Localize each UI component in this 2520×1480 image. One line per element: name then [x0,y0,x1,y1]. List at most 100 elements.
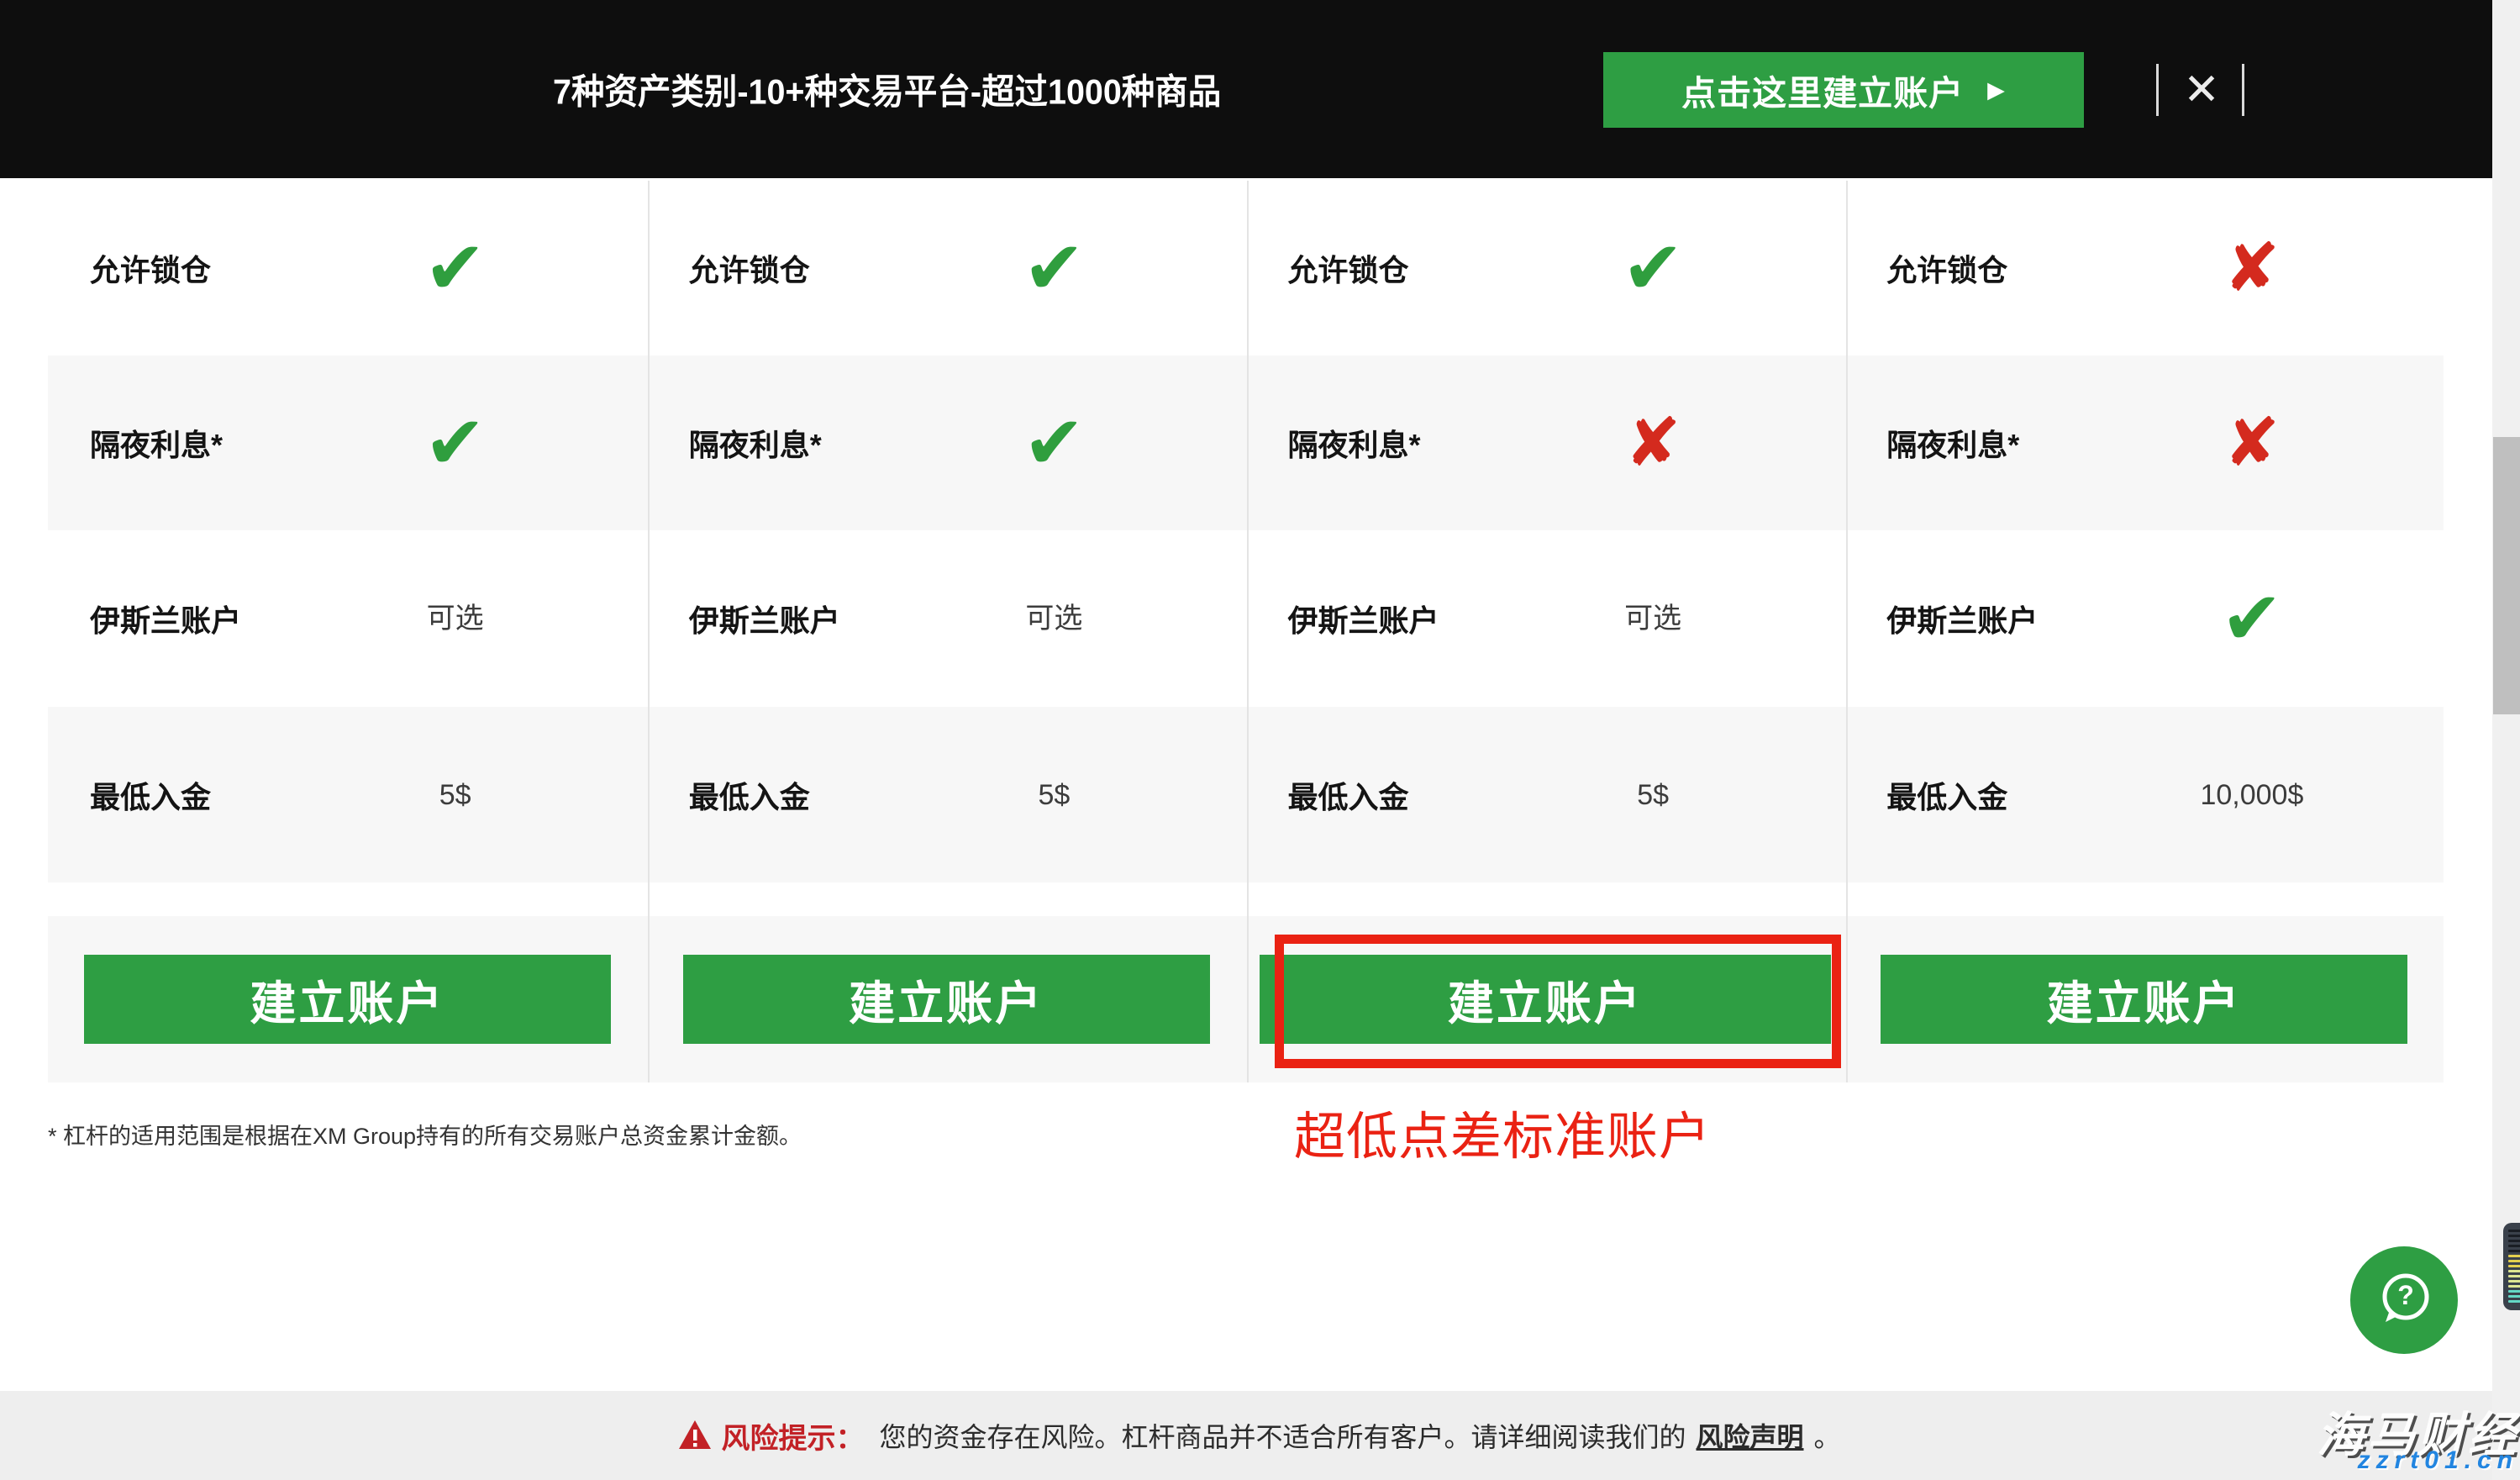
feature-value: 5$ [1038,781,1070,809]
feature-value: 5$ [439,781,471,809]
minimap-mark [2508,1280,2520,1282]
table-cell: 最低入金 10,000$ [1844,707,2444,882]
risk-warning-bar: 风险提示： 您的资金存在风险。杠杆商品并不适合所有客户。请详细阅读我们的 风险声… [0,1391,2520,1480]
create-account-button-3-highlighted[interactable]: 建立账户 [1260,955,1832,1044]
feature-label: 最低入金 [689,773,810,817]
table-cell: 建立账户 [1246,916,1845,1082]
feature-label: 最低入金 [1288,773,1409,817]
table-cell: 建立账户 [48,916,647,1082]
table-cell: 允许锁仓 ✔ [647,181,1246,356]
divider [2242,64,2244,116]
open-account-cta-button[interactable]: 点击这里建立账户 ▶ [1603,52,2084,128]
table-cell: 隔夜利息* ✘ [1246,356,1845,530]
feature-label: 最低入金 [1886,773,2007,817]
feature-value: 可选 [427,604,484,633]
arrow-right-icon: ▶ [1987,79,2006,102]
table-cell: 允许锁仓 ✔ [1246,181,1845,356]
column-divider [1247,181,1249,1082]
table-cell: 建立账户 [647,916,1246,1082]
promo-top-bar: 7种资产类别-10+种交易平台-超过1000种商品 点击这里建立账户 ▶ ✕ [0,0,2520,178]
minimap-mark [2508,1295,2520,1298]
feature-label: 最低入金 [90,773,211,817]
table-cell: 最低入金 5$ [1246,707,1845,882]
risk-disclosure-link[interactable]: 风险声明 [1696,1416,1803,1455]
cta-row: 建立账户 建立账户 建立账户 建立账户 [48,916,2444,1082]
risk-text-period: 。 [1814,1416,1841,1455]
column-divider [648,181,650,1082]
feature-label: 允许锁仓 [90,246,211,290]
minimap-mark [2508,1250,2520,1252]
check-icon: ✔ [1622,231,1684,305]
feature-value: 10,000$ [2200,781,2303,809]
table-cell: 隔夜利息* ✘ [1844,356,2444,530]
feature-label: 伊斯兰账户 [90,597,241,640]
check-icon: ✔ [1023,406,1086,480]
cross-icon: ✘ [2223,234,2280,302]
cta-label: 点击这里建立账户 [1681,65,1964,115]
table-cell: 允许锁仓 ✘ [1844,181,2444,356]
feature-label: 伊斯兰账户 [689,597,840,640]
check-icon: ✔ [1023,231,1086,305]
svg-text:?: ? [2397,1280,2414,1310]
feature-value: 可选 [1025,604,1082,633]
feature-label: 隔夜利息* [689,421,822,465]
promo-title: 7种资产类别-10+种交易平台-超过1000种商品 [553,64,1221,115]
minimap-mark [2508,1285,2520,1288]
feature-value: 可选 [1624,604,1681,633]
minimap-mark [2508,1245,2520,1247]
minimap-mark [2508,1260,2520,1262]
check-icon: ✔ [424,231,487,305]
table-cell: 允许锁仓 ✔ [48,181,647,356]
create-account-button-4[interactable]: 建立账户 [1881,955,2407,1044]
feature-row-hedging: 允许锁仓 ✔ 允许锁仓 ✔ 允许锁仓 ✔ 允许锁仓 ✘ [48,181,2444,356]
warning-triangle-icon [679,1420,711,1453]
minimap-mark [2508,1255,2520,1257]
table-cell: 伊斯兰账户 可选 [1246,530,1845,707]
feature-label: 隔夜利息* [1288,421,1421,465]
minimap-mark [2508,1230,2520,1232]
feature-row-islamic: 伊斯兰账户 可选 伊斯兰账户 可选 伊斯兰账户 可选 伊斯兰账户 ✔ [48,530,2444,707]
minimap-mark [2508,1300,2520,1303]
minimap-mark [2508,1275,2520,1277]
close-icon[interactable]: ✕ [2176,59,2227,121]
table-cell: 建立账户 [1844,916,2444,1082]
feature-label: 允许锁仓 [1288,246,1409,290]
minimap-mark [2508,1265,2520,1267]
table-cell: 伊斯兰账户 可选 [48,530,647,707]
table-cell: 隔夜利息* ✔ [48,356,647,530]
check-icon: ✔ [424,406,487,480]
minimap-mark [2508,1270,2520,1272]
watermark-domain: zzrt01.cn [2358,1446,2518,1475]
scroll-minimap-widget[interactable] [2503,1223,2520,1310]
feature-label: 伊斯兰账户 [1886,597,2038,640]
risk-text: 您的资金存在风险。杠杆商品并不适合所有客户。请详细阅读我们的 [879,1416,1686,1455]
feature-row-min-deposit: 最低入金 5$ 最低入金 5$ 最低入金 5$ 最低入金 10,000$ [48,707,2444,882]
feature-label: 伊斯兰账户 [1288,597,1439,640]
create-account-button-2[interactable]: 建立账户 [683,955,1210,1044]
minimap-mark [2508,1290,2520,1293]
feature-label: 隔夜利息* [90,421,223,465]
feature-row-swap: 隔夜利息* ✔ 隔夜利息* ✔ 隔夜利息* ✘ 隔夜利息* ✘ [48,356,2444,530]
cross-icon: ✘ [2223,409,2280,477]
table-cell: 最低入金 5$ [647,707,1246,882]
question-bubble-icon: ? [2371,1267,2437,1335]
feature-label: 隔夜利息* [1886,421,2019,465]
check-icon: ✔ [2221,582,2283,656]
divider [2156,64,2159,116]
table-cell: 最低入金 5$ [48,707,647,882]
column-divider [1846,181,1848,1082]
leverage-footnote: * 杠杆的适用范围是根据在XM Group持有的所有交易账户总资金累计金额。 [48,1118,802,1151]
annotation-text: 超低点差标准账户 [1294,1094,1711,1169]
help-chat-button[interactable]: ? [2350,1246,2458,1354]
table-cell: 隔夜利息* ✔ [647,356,1246,530]
table-cell: 伊斯兰账户 ✔ [1844,530,2444,707]
minimap-mark [2508,1235,2520,1237]
feature-label: 允许锁仓 [689,246,810,290]
minimap-mark [2508,1240,2520,1242]
cross-icon: ✘ [1625,409,1681,477]
feature-value: 5$ [1637,781,1669,809]
feature-label: 允许锁仓 [1886,246,2007,290]
risk-label: 风险提示： [721,1415,864,1456]
scrollbar-thumb[interactable] [2493,437,2520,714]
create-account-button-1[interactable]: 建立账户 [84,955,611,1044]
